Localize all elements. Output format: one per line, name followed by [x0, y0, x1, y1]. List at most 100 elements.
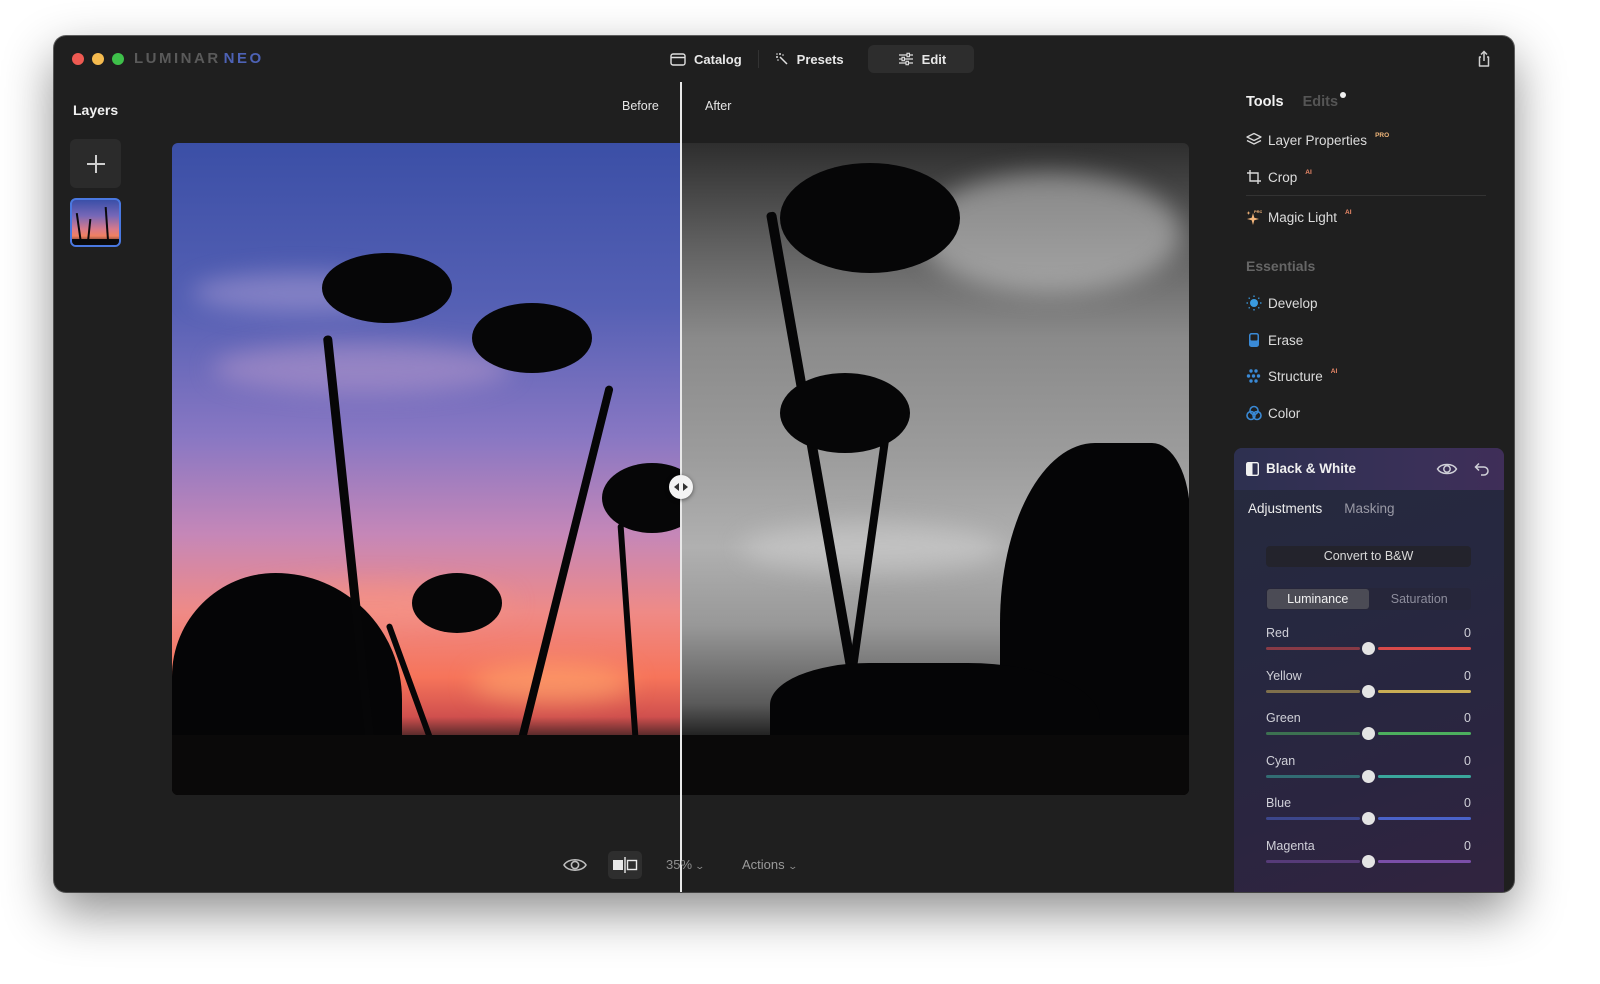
slider-track[interactable] [1266, 684, 1471, 698]
essentials-title: Essentials [1246, 258, 1316, 274]
subtab-masking[interactable]: Masking [1344, 501, 1394, 516]
slider-track-left [1266, 689, 1360, 693]
slider-track-right [1377, 647, 1471, 650]
compare-view-button[interactable] [608, 851, 642, 879]
share-icon [1478, 50, 1490, 67]
subtab-adjustments[interactable]: Adjustments [1248, 501, 1322, 516]
black-white-panel: Black & White Adjustments Masking Conver… [1234, 448, 1504, 892]
tool-magic-light[interactable]: PRO Magic Light AI [1246, 209, 1352, 225]
tool-label: Magic Light [1268, 209, 1338, 225]
edits-indicator-dot [1340, 92, 1347, 98]
tool-structure[interactable]: Structure AI [1246, 368, 1337, 384]
chevron-down-icon: ⌄ [787, 861, 798, 871]
ai-badge: AI [1330, 367, 1338, 375]
mode-tab-catalog[interactable]: Catalog [654, 45, 758, 73]
undo-icon [1474, 462, 1489, 476]
slider-thumb[interactable] [1362, 684, 1375, 698]
slider-yellow: Yellow 0 [1266, 669, 1471, 705]
bw-title: Black & White [1246, 461, 1356, 476]
tool-develop[interactable]: Develop [1246, 295, 1318, 311]
preview-toggle-button[interactable] [562, 855, 588, 875]
slider-track[interactable] [1266, 854, 1471, 868]
slider-thumb[interactable] [1362, 642, 1375, 655]
tab-edits[interactable]: Edits [1302, 92, 1347, 110]
palm-fronds [412, 573, 502, 633]
cloud [920, 173, 1180, 293]
bw-subtabs: Adjustments Masking [1248, 501, 1395, 516]
share-button[interactable] [1474, 49, 1494, 69]
window-controls [72, 53, 124, 65]
plus-icon [86, 154, 105, 173]
slider-label: Magenta [1266, 838, 1315, 853]
black-white-icon [1246, 461, 1259, 476]
split-handle[interactable] [669, 475, 693, 499]
eye-icon [1436, 463, 1458, 475]
mode-switcher: Catalog Presets Edit [654, 45, 975, 73]
bw-reset-button[interactable] [1472, 460, 1490, 478]
ground-silhouette [172, 735, 680, 795]
tab-edits-label: Edits [1302, 94, 1339, 110]
slider-cyan: Cyan 0 [1266, 754, 1471, 790]
zoom-level-value: 35% [666, 857, 693, 872]
slider-label: Cyan [1266, 753, 1296, 768]
sliders-icon [898, 52, 914, 66]
tool-color[interactable]: Color [1246, 405, 1300, 421]
slider-track[interactable] [1266, 812, 1471, 825]
segment-saturation[interactable]: Saturation [1369, 589, 1471, 609]
bw-panel-header[interactable]: Black & White [1234, 448, 1504, 490]
bw-title-text: Black & White [1266, 461, 1357, 476]
slider-label: Yellow [1266, 668, 1302, 683]
canvas-toolbar: 35% ⌄ Actions ⌄ [54, 851, 1234, 879]
slider-track-right [1377, 774, 1471, 778]
slider-thumb[interactable] [1362, 727, 1375, 740]
convert-to-bw-button[interactable]: Convert to B&W [1266, 546, 1471, 567]
slider-value: 0 [1464, 668, 1471, 683]
eye-icon [563, 858, 587, 872]
tool-layer-properties[interactable]: Layer Properties PRO [1246, 132, 1389, 148]
bw-visibility-toggle[interactable] [1436, 460, 1458, 478]
slider-thumb[interactable] [1362, 769, 1375, 783]
ai-badge: AI [1305, 168, 1312, 176]
palm-fronds [780, 373, 910, 453]
slider-track[interactable] [1266, 769, 1471, 783]
layer-thumbnail[interactable] [70, 198, 121, 247]
luminance-saturation-toggle: Luminance Saturation [1266, 588, 1471, 610]
tool-erase[interactable]: Erase [1246, 332, 1303, 348]
slider-label: Blue [1266, 796, 1292, 810]
mode-tab-edit[interactable]: Edit [867, 45, 975, 73]
slider-thumb[interactable] [1362, 812, 1375, 825]
close-window-button[interactable] [72, 53, 84, 65]
maximize-window-button[interactable] [112, 53, 124, 65]
mode-tab-label: Presets [796, 51, 844, 67]
slider-label: Red [1266, 626, 1289, 640]
actions-label: Actions [742, 857, 785, 872]
logo-text-luminar: LUMINAR [134, 50, 221, 67]
thumb-ground [72, 239, 119, 245]
segment-luminance[interactable]: Luminance [1267, 589, 1369, 609]
slider-track[interactable] [1266, 642, 1471, 655]
mode-tab-label: Edit [921, 51, 947, 67]
slider-track-right [1377, 732, 1471, 735]
app-logo: LUMINAR NEO [134, 50, 264, 67]
tab-tools[interactable]: Tools [1246, 94, 1284, 110]
palm-fronds [472, 303, 592, 373]
before-label: Before [622, 99, 659, 113]
slider-track-left [1266, 817, 1360, 820]
tool-crop[interactable]: Crop AI [1246, 169, 1312, 185]
zoom-level-dropdown[interactable]: 35% ⌄ [666, 857, 705, 872]
actions-dropdown[interactable]: Actions ⌄ [742, 857, 798, 872]
slider-magenta: Magenta 0 [1266, 839, 1471, 875]
layers-icon [1246, 132, 1262, 148]
add-layer-button[interactable] [70, 139, 121, 188]
slider-track[interactable] [1266, 727, 1471, 740]
slider-value: 0 [1464, 753, 1471, 768]
mode-tab-presets[interactable]: Presets [759, 45, 860, 73]
ai-badge: AI [1345, 208, 1352, 216]
slider-value: 0 [1464, 711, 1471, 725]
minimize-window-button[interactable] [92, 53, 104, 65]
before-image [172, 143, 702, 795]
palm-fronds [322, 253, 452, 323]
slider-track-left [1266, 732, 1360, 735]
slider-thumb[interactable] [1362, 854, 1375, 868]
slider-value: 0 [1464, 838, 1471, 853]
